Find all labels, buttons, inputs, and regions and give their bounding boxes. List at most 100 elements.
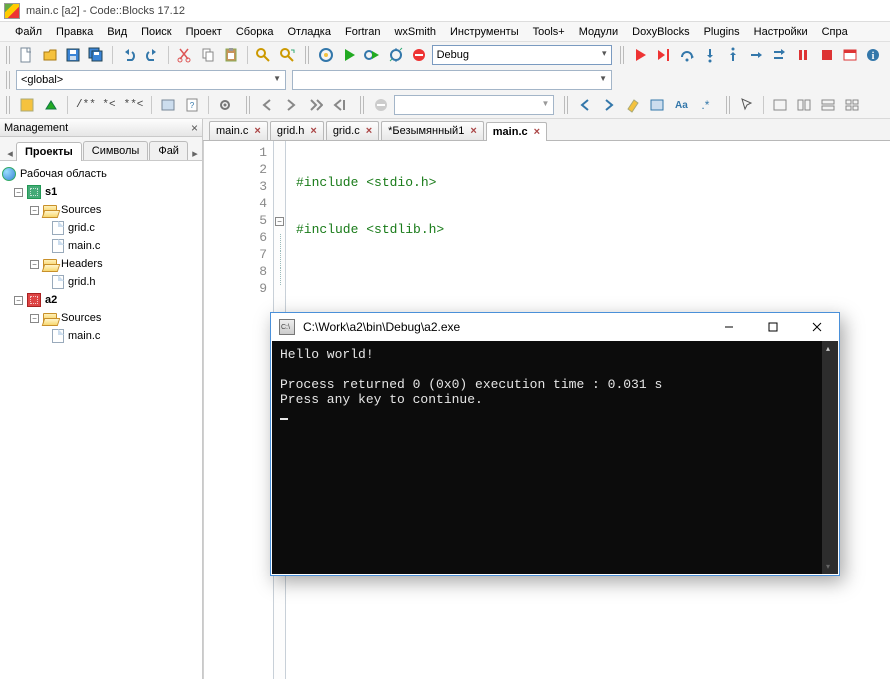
doxy-pattern-2[interactable]: **< [121, 99, 147, 111]
redo-button[interactable] [141, 44, 162, 66]
menu-doxyblocks[interactable]: DoxyBlocks [625, 24, 696, 40]
console-scrollbar[interactable] [822, 341, 838, 574]
close-icon[interactable]: × [470, 125, 476, 137]
copy-button[interactable] [197, 44, 218, 66]
tabs-scroll-right[interactable]: ▸ [189, 147, 201, 160]
project-node-a2[interactable]: − a2 [2, 291, 200, 309]
collapse-icon[interactable]: − [14, 296, 23, 305]
build-target-select[interactable]: Debug [432, 45, 612, 65]
toolbar-grip[interactable] [6, 71, 11, 89]
selection-button[interactable] [646, 94, 668, 116]
tabs-scroll-left[interactable]: ◂ [4, 147, 16, 160]
doxy-run-button[interactable] [157, 94, 179, 116]
collapse-icon[interactable]: − [30, 206, 39, 215]
prev-bookmark-button[interactable] [574, 94, 596, 116]
doxy-wizard-button[interactable] [16, 94, 38, 116]
doxy-config-button[interactable] [214, 94, 236, 116]
abort-batch-button[interactable] [370, 94, 392, 116]
close-icon[interactable]: × [534, 126, 540, 138]
text-Aa-button[interactable]: Aa [670, 94, 692, 116]
debug-windows-button[interactable] [839, 44, 860, 66]
close-icon[interactable]: × [366, 125, 372, 137]
symbol-select[interactable]: ▼ [292, 70, 612, 90]
file-node[interactable]: grid.c [2, 219, 200, 237]
management-close-icon[interactable]: × [191, 121, 198, 135]
scope-select[interactable]: <global> [16, 70, 286, 90]
find-button[interactable] [253, 44, 274, 66]
toolbar-grip[interactable] [726, 96, 731, 114]
run-to-cursor-button[interactable] [653, 44, 674, 66]
file-node[interactable]: main.c [2, 327, 200, 345]
folder-headers-s1[interactable]: − Headers [2, 255, 200, 273]
maximize-button[interactable] [751, 313, 795, 341]
batch-select[interactable] [394, 95, 554, 115]
nav-back-button[interactable] [256, 94, 278, 116]
menu-help[interactable]: Спра [815, 24, 855, 40]
doxy-chm-button[interactable]: ? [181, 94, 203, 116]
collapse-icon[interactable]: − [30, 314, 39, 323]
collapse-icon[interactable]: − [30, 260, 39, 269]
nav-last-button[interactable] [304, 94, 326, 116]
menu-search[interactable]: Поиск [134, 24, 178, 40]
toolbar-grip[interactable] [360, 96, 365, 114]
layout4-button[interactable] [841, 94, 863, 116]
doxy-pattern-1[interactable]: /** *< [73, 99, 119, 111]
menu-plugins[interactable]: Plugins [697, 24, 747, 40]
file-tab-active[interactable]: main.c× [486, 122, 547, 141]
project-tree[interactable]: Рабочая область − s1 − Sources grid.c ma… [0, 161, 202, 679]
tab-symbols[interactable]: Символы [83, 141, 149, 160]
step-over-button[interactable] [676, 44, 697, 66]
highlight-button[interactable] [622, 94, 644, 116]
build-run-button[interactable] [362, 44, 383, 66]
step-into-instr-button[interactable] [769, 44, 790, 66]
menu-plugins-ru[interactable]: Модули [572, 24, 625, 40]
file-node[interactable]: grid.h [2, 273, 200, 291]
nav-fwd-button[interactable] [280, 94, 302, 116]
project-node-s1[interactable]: − s1 [2, 183, 200, 201]
menu-fortran[interactable]: Fortran [338, 24, 387, 40]
fold-toggle-icon[interactable]: − [275, 217, 284, 226]
stop-debug-button[interactable] [816, 44, 837, 66]
paste-button[interactable] [220, 44, 241, 66]
menu-wxsmith[interactable]: wxSmith [387, 24, 443, 40]
menu-view[interactable]: Вид [100, 24, 134, 40]
folder-sources-s1[interactable]: − Sources [2, 201, 200, 219]
toolbar-grip[interactable] [246, 96, 251, 114]
undo-button[interactable] [118, 44, 139, 66]
layout3-button[interactable] [817, 94, 839, 116]
replace-button[interactable] [276, 44, 297, 66]
menu-toolsplus[interactable]: Tools+ [526, 24, 572, 40]
menu-edit[interactable]: Правка [49, 24, 100, 40]
console-window[interactable]: C:\Work\a2\bin\Debug\a2.exe Hello world!… [270, 312, 840, 576]
collapse-icon[interactable]: − [14, 188, 23, 197]
toolbar-grip[interactable] [620, 46, 625, 64]
info-button[interactable]: i [863, 44, 884, 66]
step-out-button[interactable] [723, 44, 744, 66]
tab-files[interactable]: Фай [149, 141, 188, 160]
save-all-button[interactable] [86, 44, 107, 66]
save-button[interactable] [62, 44, 83, 66]
menu-file[interactable]: Файл [8, 24, 49, 40]
file-tab[interactable]: main.c× [209, 121, 268, 140]
nav-jump-button[interactable] [328, 94, 350, 116]
file-tab[interactable]: *Безымянный1× [381, 121, 484, 140]
file-tab[interactable]: grid.c× [326, 121, 379, 140]
close-icon[interactable]: × [254, 125, 260, 137]
menu-tools[interactable]: Инструменты [443, 24, 526, 40]
menu-project[interactable]: Проект [179, 24, 229, 40]
menu-settings[interactable]: Настройки [747, 24, 815, 40]
toolbar-grip[interactable] [6, 96, 11, 114]
menu-build[interactable]: Сборка [229, 24, 281, 40]
minimize-button[interactable] [707, 313, 751, 341]
folder-sources-a2[interactable]: − Sources [2, 309, 200, 327]
layout1-button[interactable] [769, 94, 791, 116]
cut-button[interactable] [174, 44, 195, 66]
new-file-button[interactable] [16, 44, 37, 66]
open-button[interactable] [39, 44, 60, 66]
select-tool-button[interactable] [736, 94, 758, 116]
layout2-button[interactable] [793, 94, 815, 116]
doxy-extract-button[interactable] [40, 94, 62, 116]
break-button[interactable] [793, 44, 814, 66]
file-tab[interactable]: grid.h× [270, 121, 324, 140]
console-titlebar[interactable]: C:\Work\a2\bin\Debug\a2.exe [271, 313, 839, 341]
